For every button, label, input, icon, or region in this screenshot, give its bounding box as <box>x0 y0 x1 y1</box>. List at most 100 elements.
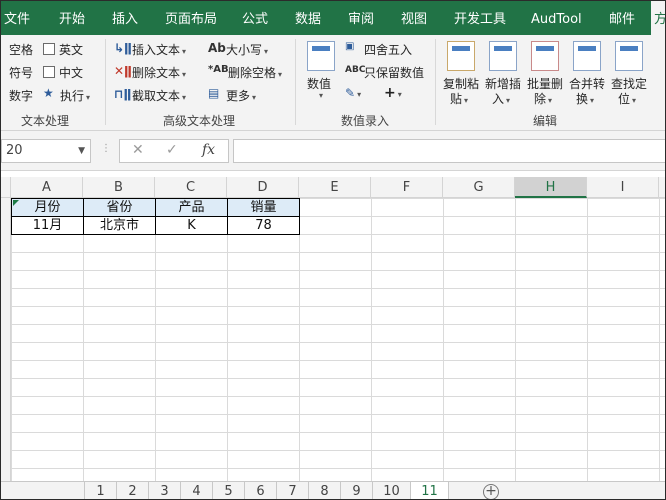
tab-view[interactable]: 视图 <box>401 1 427 35</box>
tab-insert[interactable]: 插入 <box>112 1 138 35</box>
ribbon-separator <box>295 39 296 125</box>
insert-text-icon: ↳ǁ <box>114 41 132 55</box>
batch-delete-icon <box>531 41 559 71</box>
chinese-label: 中文 <box>59 66 84 80</box>
find-locate-button-line2[interactable]: 位 ▾ <box>618 90 636 107</box>
merge-convert-button-line2[interactable]: 换 ▾ <box>576 90 594 107</box>
digit-option[interactable]: 数字 <box>9 87 33 104</box>
sheet-tab-1[interactable]: 1 <box>85 482 117 499</box>
insert-new-icon <box>489 41 517 71</box>
data-cell-product[interactable]: K <box>156 217 228 235</box>
remove-space-button[interactable]: 删除空格 ▾ <box>228 64 282 81</box>
symbol-option[interactable]: 符号 <box>9 64 33 81</box>
copy-paste-button-line2[interactable]: 贴 ▾ <box>450 90 468 107</box>
plus-icon[interactable]: + ▾ <box>384 85 402 101</box>
merge-convert-icon <box>573 41 601 71</box>
cell-grid[interactable]: 月份 省份 产品 销量 11月 北京市 K 78 <box>11 198 665 481</box>
column-header-g[interactable]: G <box>443 177 515 198</box>
remove-space-icon: *AB <box>208 64 229 75</box>
sheet-tab-5[interactable]: 5 <box>213 482 245 499</box>
sheet-tab-11[interactable]: 11 <box>411 482 449 499</box>
extract-text-button[interactable]: 截取文本 ▾ <box>132 87 186 104</box>
group-label-number-entry: 数值录入 <box>341 114 390 128</box>
data-table: 月份 省份 产品 销量 11月 北京市 K 78 <box>11 198 300 235</box>
name-box[interactable]: 20 ▼ <box>1 139 91 163</box>
error-indicator-icon <box>13 200 19 206</box>
insert-text-button[interactable]: 插入文本 ▾ <box>132 41 186 58</box>
tab-audtool[interactable]: AudTool <box>531 1 582 35</box>
keep-number-icon: ABC <box>345 65 366 75</box>
execute-icon: ★ <box>43 86 54 100</box>
keep-number-button[interactable]: 只保留数值 <box>364 64 424 81</box>
tab-data[interactable]: 数据 <box>295 1 321 35</box>
batch-delete-button-line2[interactable]: 除 ▾ <box>534 90 552 107</box>
tab-review[interactable]: 审阅 <box>348 1 374 35</box>
tab-mail[interactable]: 邮件 <box>609 1 635 35</box>
tab-active[interactable]: 方 <box>651 1 665 35</box>
column-header-c[interactable]: C <box>155 177 227 198</box>
tab-page-layout[interactable]: 页面布局 <box>165 1 217 35</box>
case-icon: Ab <box>208 41 226 55</box>
chevron-down-icon[interactable]: ▼ <box>78 140 85 162</box>
number-value-icon <box>307 41 335 71</box>
sheet-tab-bar: 1 2 3 4 5 6 7 8 9 10 11 + <box>1 481 665 499</box>
number-value-button[interactable]: 数值 <box>307 75 331 92</box>
delete-text-button[interactable]: 删除文本 ▾ <box>132 64 186 81</box>
insert-function-icon[interactable]: fx <box>202 142 215 158</box>
english-label: 英文 <box>59 43 84 57</box>
column-header-i[interactable]: I <box>587 177 659 198</box>
group-label-edit: 编辑 <box>533 114 558 128</box>
sheet-tab-10[interactable]: 10 <box>373 482 411 499</box>
sheet-tab-2[interactable]: 2 <box>117 482 149 499</box>
chinese-checkbox[interactable] <box>43 66 55 78</box>
round-button[interactable]: 四舍五入 <box>364 41 412 58</box>
column-header-a[interactable]: A <box>11 177 83 198</box>
insert-new-button-line2[interactable]: 入 ▾ <box>492 90 510 107</box>
header-cell-province[interactable]: 省份 <box>84 199 156 217</box>
data-cell-province[interactable]: 北京市 <box>84 217 156 235</box>
column-header-f[interactable]: F <box>371 177 443 198</box>
tab-developer[interactable]: 开发工具 <box>454 1 506 35</box>
header-cell-product[interactable]: 产品 <box>156 199 228 217</box>
tab-formulas[interactable]: 公式 <box>242 1 268 35</box>
group-label-advanced-text: 高级文本处理 <box>163 114 236 128</box>
sheet-tab-9[interactable]: 9 <box>341 482 373 499</box>
add-sheet-icon[interactable]: + <box>483 484 499 499</box>
tab-home[interactable]: 开始 <box>59 1 85 35</box>
column-header-d[interactable]: D <box>227 177 299 198</box>
row-headers[interactable] <box>1 198 11 481</box>
header-cell-month[interactable]: 月份 <box>12 199 84 217</box>
confirm-icon[interactable]: ✓ <box>166 142 178 158</box>
formula-input[interactable] <box>233 139 665 163</box>
more-icon: ▤ <box>208 86 220 100</box>
english-checkbox[interactable] <box>43 43 55 55</box>
splitter-handle[interactable]: ⋮ <box>101 143 111 154</box>
cancel-icon[interactable]: ✕ <box>132 142 144 158</box>
more-button[interactable]: 更多 ▾ <box>226 87 256 104</box>
ribbon: 空格 英文 符号 中文 数字 ★ 执行 ▾ 文本处理 ↳ǁ 插入文本 ▾ ✕ǁ 删除… <box>1 35 665 131</box>
chevron-down-icon[interactable]: ▾ <box>319 91 323 100</box>
column-header-e[interactable]: E <box>299 177 371 198</box>
find-locate-icon <box>615 41 643 71</box>
select-all-corner[interactable] <box>1 177 11 198</box>
menu-bar: 文件 开始 插入 页面布局 公式 数据 审阅 视图 开发工具 AudTool 邮… <box>1 1 665 35</box>
delete-text-icon: ✕ǁ <box>114 64 132 78</box>
header-cell-sales[interactable]: 销量 <box>228 199 300 217</box>
sheet-tab-7[interactable]: 7 <box>277 482 309 499</box>
space-option[interactable]: 空格 <box>9 41 33 58</box>
sheet-tab-6[interactable]: 6 <box>245 482 277 499</box>
edit-icon[interactable]: ✎ ▾ <box>345 86 361 100</box>
sheet-tab-3[interactable]: 3 <box>149 482 181 499</box>
copy-paste-icon <box>447 41 475 71</box>
sheet-tab-4[interactable]: 4 <box>181 482 213 499</box>
column-header-b[interactable]: B <box>83 177 155 198</box>
execute-button[interactable]: 执行 ▾ <box>60 87 90 104</box>
column-header-h[interactable]: H <box>515 177 587 198</box>
data-cell-sales[interactable]: 78 <box>228 217 300 235</box>
sheet-tab-8[interactable]: 8 <box>309 482 341 499</box>
excel-window: 文件 开始 插入 页面布局 公式 数据 审阅 视图 开发工具 AudTool 邮… <box>0 0 666 500</box>
round-icon: ▣ <box>345 41 355 52</box>
case-button[interactable]: 大小写 ▾ <box>226 41 268 58</box>
tab-file[interactable]: 文件 <box>1 1 33 35</box>
data-cell-month[interactable]: 11月 <box>12 217 84 235</box>
